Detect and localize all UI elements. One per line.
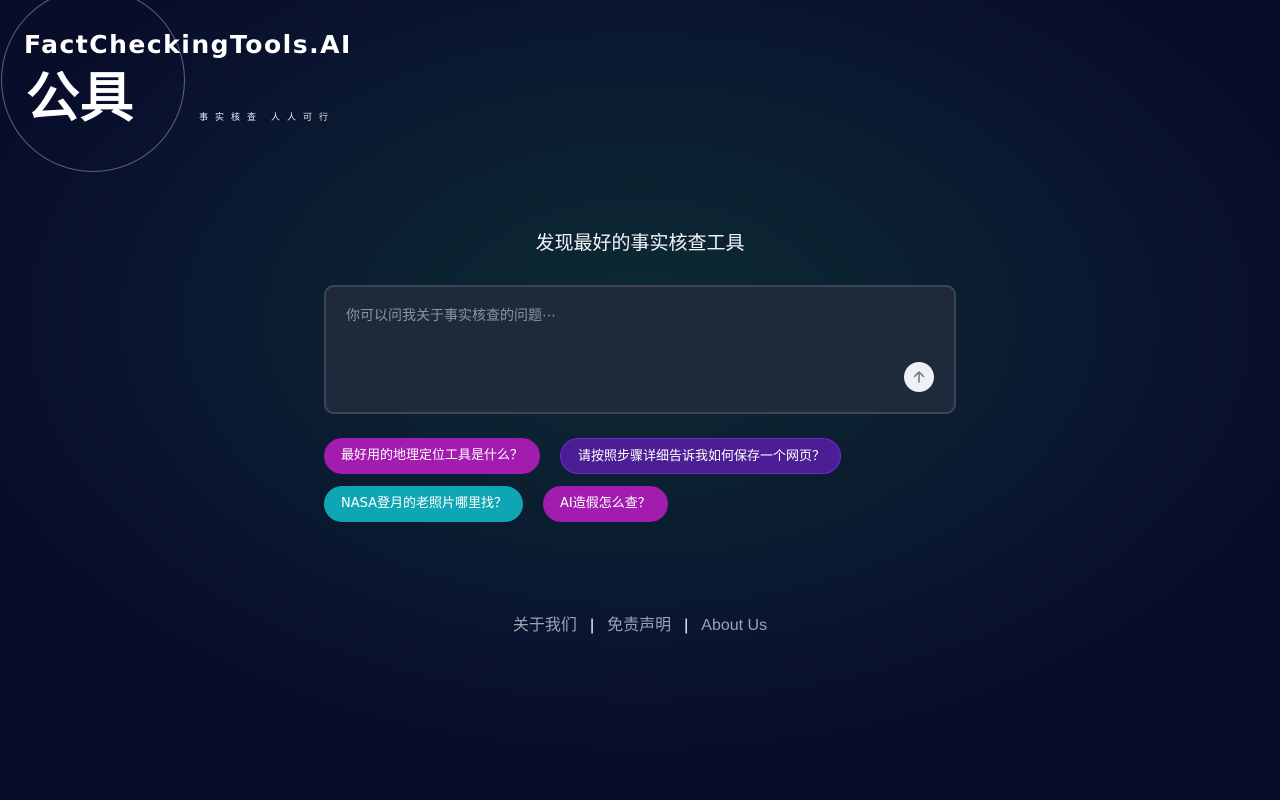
footer-link-about-cn[interactable]: 关于我们: [513, 617, 577, 634]
send-button[interactable]: [904, 362, 934, 392]
arrow-up-icon: [913, 371, 925, 383]
question-input[interactable]: [346, 305, 906, 365]
tagline: 事实核查 人人可行: [199, 110, 335, 123]
brand-title[interactable]: FactCheckingTools.AI: [24, 30, 352, 59]
suggestion-nasa-photos[interactable]: NASA登月的老照片哪里找？: [324, 486, 523, 522]
page-headline: 发现最好的事实核查工具: [535, 232, 745, 254]
suggestion-geolocation[interactable]: 最好用的地理定位工具是什么？: [324, 438, 540, 474]
tagline-right: 人人可行: [271, 113, 336, 123]
footer-links: 关于我们 | 免责声明 | About Us: [0, 611, 1280, 635]
footer-link-about-en[interactable]: About Us: [701, 617, 767, 634]
question-box: [324, 285, 956, 414]
footer-separator: |: [684, 617, 689, 634]
tagline-left: 事实核查: [199, 113, 264, 123]
footer-separator: |: [589, 617, 595, 634]
logo-mark: 公具: [26, 66, 134, 129]
footer-link-disclaimer[interactable]: 免责声明: [607, 617, 671, 634]
suggestion-ai-fake[interactable]: AI造假怎么查？: [543, 486, 668, 522]
suggestion-save-webpage[interactable]: 请按照步骤详细告诉我如何保存一个网页？: [560, 438, 841, 474]
